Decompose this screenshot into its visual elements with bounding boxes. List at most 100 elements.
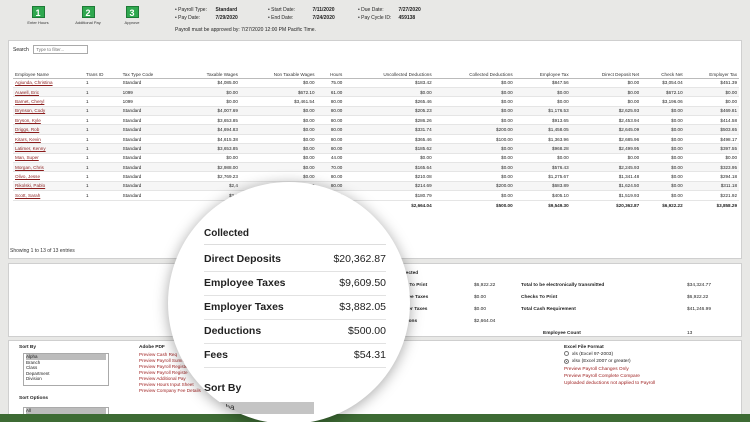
employee-name-link[interactable]: Olivo, Jesse [13, 171, 84, 182]
employee-name-link[interactable]: Morgan, Chris [13, 162, 84, 173]
table-cell: $0.00 [433, 143, 515, 154]
table-cell: $294.18 [684, 171, 739, 182]
employee-name-link[interactable]: Rikolski, Pablo [13, 181, 84, 192]
column-header[interactable]: Hours [316, 61, 345, 79]
uploaded-deductions-link[interactable]: Uploaded deductions not applied to Payro… [564, 380, 655, 387]
sort-by-title: Sort By [19, 345, 37, 350]
deductions-row: Deductions $500.00 [204, 320, 386, 344]
table-cell: $183.42 [344, 78, 434, 88]
table-cell: $1,275.67 [514, 171, 571, 182]
total-cell [83, 199, 121, 210]
sort-option-division[interactable]: Division [26, 376, 106, 382]
total-cell: $20,362.87 [570, 199, 642, 210]
table-row[interactable]: Man, Super 1 Standard $0.00 $0.00 44.00 $0.00 $… [13, 153, 739, 164]
table-cell: 1 [83, 96, 121, 107]
table-cell: $0.00 [239, 134, 317, 145]
preview-company-fee-link[interactable]: Preview Company Fee Details [139, 388, 201, 394]
table-cell: $576.43 [514, 162, 571, 173]
table-cell: $4,007.69 [179, 106, 240, 117]
employee-name-link[interactable]: Auwell, Eric [13, 87, 84, 98]
format-xlsx-option[interactable]: xlsx (Excel 2007 or greater) [564, 358, 655, 365]
table-cell: 1 [83, 143, 121, 154]
employee-name-link[interactable]: Latimer, Kenny [13, 143, 84, 154]
table-cell: $3,653.85 [179, 115, 240, 126]
sort-by-listbox[interactable]: Alpha Branch Class Department Division [23, 353, 109, 386]
step-enter-hours[interactable]: 1 Enter Hours [20, 6, 56, 25]
employee-name-link[interactable]: Brynson, Cody [13, 106, 84, 117]
radio-icon[interactable] [564, 351, 569, 357]
adobe-pdf-title: Adobe PDF [139, 345, 165, 350]
employee-taxes-value: $0.00 [474, 295, 487, 300]
sort-options-all[interactable]: All [26, 408, 106, 414]
step-additional-pay[interactable]: 2 Additional Pay [70, 6, 106, 25]
table-cell: 1 [83, 115, 121, 126]
step-label: Enter Hours [27, 20, 49, 25]
column-header[interactable]: Trans ID [83, 61, 121, 79]
table-cell: $265.46 [344, 96, 434, 107]
column-header[interactable]: Employee Tax [514, 61, 571, 79]
row-value: $20,362.87 [333, 253, 386, 265]
column-header[interactable]: Check Net [641, 61, 685, 79]
column-header[interactable]: Collected Deductions [433, 61, 515, 79]
radio-selected-icon[interactable] [564, 358, 569, 364]
table-cell: 1 [83, 162, 121, 173]
table-cell: $0.00 [641, 162, 685, 173]
table-cell: Standard [120, 124, 180, 135]
table-cell: $0.00 [641, 171, 685, 182]
format-xls-option[interactable]: xls (Excel 97-2003) [564, 351, 655, 358]
pay-date-value: 7/29/2020 [215, 14, 238, 21]
table-row[interactable]: Auwell, Eric 1 1099 $0.00 $672.10 61.00 $0.00 $… [13, 87, 739, 98]
payroll-table: Employee Name Trans ID Tax Type Code Taxabl… [13, 61, 739, 210]
table-row[interactable]: Brynson, Cody 1 Standard $4,007.69 $0.00 80.0… [13, 106, 739, 117]
totals-values: $34,324.77 $6,922.22 $41,246.99 13 [687, 268, 711, 340]
table-row[interactable]: Morgan, Chris 1 Standard $2,988.00 $0.00 70.0… [13, 162, 739, 173]
total-cell: $500.00 [433, 199, 515, 210]
employee-name-link[interactable]: Bryson, Kyle [13, 115, 84, 126]
column-header[interactable]: Tax Type Code [120, 61, 180, 79]
column-header[interactable]: Non Taxable Wages [239, 61, 317, 79]
employee-name-link[interactable]: Man, Super [13, 153, 84, 164]
table-cell: $3,196.06 [641, 96, 685, 107]
table-row[interactable]: Latimer, Kenny 1 Standard $3,653.85 $0.00 80.… [13, 143, 739, 154]
table-row[interactable]: Rikolski, Pablo1Standard$2,4$0.0080.00$2… [13, 181, 739, 192]
magnifier-lens: Collected Direct Deposits $20,362.87 Empl… [168, 182, 410, 422]
column-header[interactable]: Uncollected Deductions [344, 61, 434, 79]
table-cell: 1 [83, 87, 121, 98]
table-row[interactable]: Olivo, Jesse 1 Standard $2,769.23 $0.00 80.00… [13, 171, 739, 182]
employee-name-link[interactable]: Scott, Sarah [13, 190, 84, 201]
table-cell: $165.64 [344, 162, 434, 173]
row-value: $54.31 [353, 349, 386, 361]
table-row[interactable]: Barnet, Cheryl 1 1099 $0.00 $3,461.54 80.00 $2… [13, 96, 739, 107]
search-input[interactable] [33, 45, 89, 54]
column-header[interactable]: Employer Tax [684, 61, 739, 79]
preview-changes-link[interactable]: Preview Payroll Changes Only [564, 366, 655, 373]
table-cell: 61.00 [316, 87, 345, 98]
table-cell: $221.92 [684, 190, 739, 201]
table-cell: $0.00 [570, 96, 642, 107]
lens-sort-by: Sort By [204, 382, 242, 394]
table-cell: $0.00 [239, 143, 317, 154]
column-header[interactable]: Direct Deposit Net [570, 61, 642, 79]
table-row[interactable]: Scott, Sarah1Standard$2,0$0.0080.00$180.… [13, 190, 739, 201]
table-cell: $0.00 [641, 190, 685, 201]
table-row[interactable]: Driggs, Rob 1 Standard $4,694.83 $0.00 80.00 $… [13, 124, 739, 135]
employee-name-link[interactable]: Kitars, Kevin [13, 134, 84, 145]
column-header[interactable]: Employee Name [13, 61, 84, 79]
table-cell: $0.00 [179, 96, 240, 107]
step-approve[interactable]: 3 Approve [114, 6, 150, 25]
table-row[interactable]: Kitars, Kevin 1 Standard $4,615.38 $0.00 80.0… [13, 134, 739, 145]
step-number: 1 [31, 6, 45, 18]
table-row[interactable]: Bryson, Kyle 1 Standard $3,653.85 $0.00 80.00… [13, 115, 739, 126]
column-header[interactable]: Taxable Wages [179, 61, 240, 79]
magnified-collected-summary: Collected Direct Deposits $20,362.87 Empl… [204, 228, 386, 414]
table-cell: $0.00 [433, 153, 515, 164]
table-cell: Standard [120, 115, 180, 126]
table-cell: $210.08 [344, 171, 434, 182]
table-cell: $0.00 [433, 115, 515, 126]
table-row[interactable]: Agiunda, Christina 1 Standard $4,085.00 $0.0… [13, 78, 739, 88]
employee-name-link[interactable]: Driggs, Rob [13, 124, 84, 135]
employee-name-link[interactable]: Barnet, Cheryl [13, 96, 84, 107]
employee-name-link[interactable]: Agiunda, Christina [13, 78, 84, 88]
preview-compare-link[interactable]: Preview Payroll Complete Compare [564, 373, 655, 380]
direct-deposits-row: Direct Deposits $20,362.87 [204, 248, 386, 272]
